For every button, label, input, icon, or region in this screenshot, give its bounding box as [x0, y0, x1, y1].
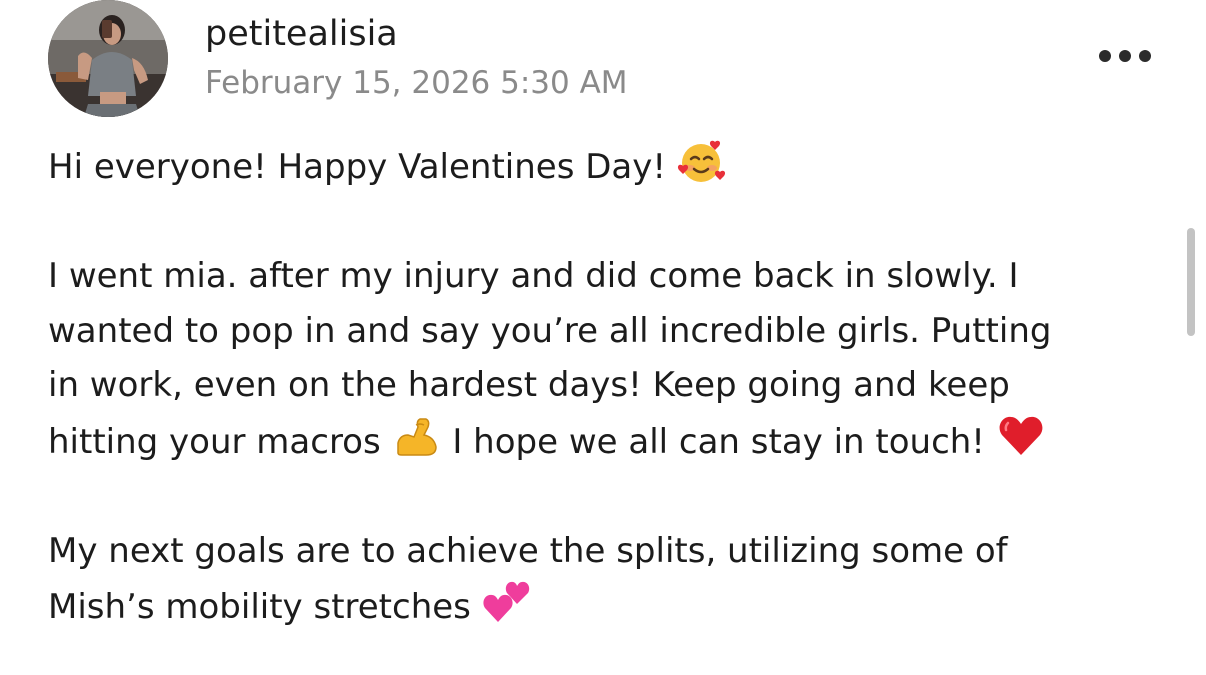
post-text: hitting your macros [48, 421, 381, 462]
post-line: My next goals are to achieve the splits,… [48, 530, 1008, 571]
more-horizontal-icon-dot [1119, 50, 1131, 62]
post-card: petitealisia February 15, 2026 5:30 AM H… [0, 0, 1206, 675]
avatar[interactable] [48, 0, 168, 117]
post-timestamp: February 15, 2026 5:30 AM [205, 65, 628, 101]
username[interactable]: petitealisia [205, 12, 398, 56]
flexed-biceps-icon [392, 413, 442, 459]
post-line: in work, even on the hardest days! Keep … [48, 365, 1010, 405]
post-line: wanted to pop in and say you’re all incr… [48, 310, 1052, 351]
scrollbar[interactable] [1187, 228, 1195, 336]
more-horizontal-icon [1099, 50, 1111, 62]
smiling-face-with-hearts-icon [677, 138, 727, 184]
more-options-button[interactable] [1088, 36, 1162, 76]
two-hearts-icon [482, 578, 532, 624]
post-line: hitting your macros I hope we all can st… [48, 413, 1163, 470]
post-text: Mish’s mobility stretches [48, 587, 471, 627]
post-body: Hi everyone! Happy Valentines Day! I wen… [48, 138, 1163, 635]
red-heart-icon [996, 413, 1046, 459]
post-line: I went mia. after my injury and did come… [48, 256, 1019, 296]
post-text: I hope we all can stay in touch! [452, 421, 985, 462]
post-line: Hi everyone! Happy Valentines Day! [48, 138, 1163, 195]
post-text: Hi everyone! Happy Valentines Day! [48, 147, 666, 187]
more-horizontal-icon-dot [1139, 50, 1151, 62]
post-line: Mish’s mobility stretches [48, 578, 1163, 635]
